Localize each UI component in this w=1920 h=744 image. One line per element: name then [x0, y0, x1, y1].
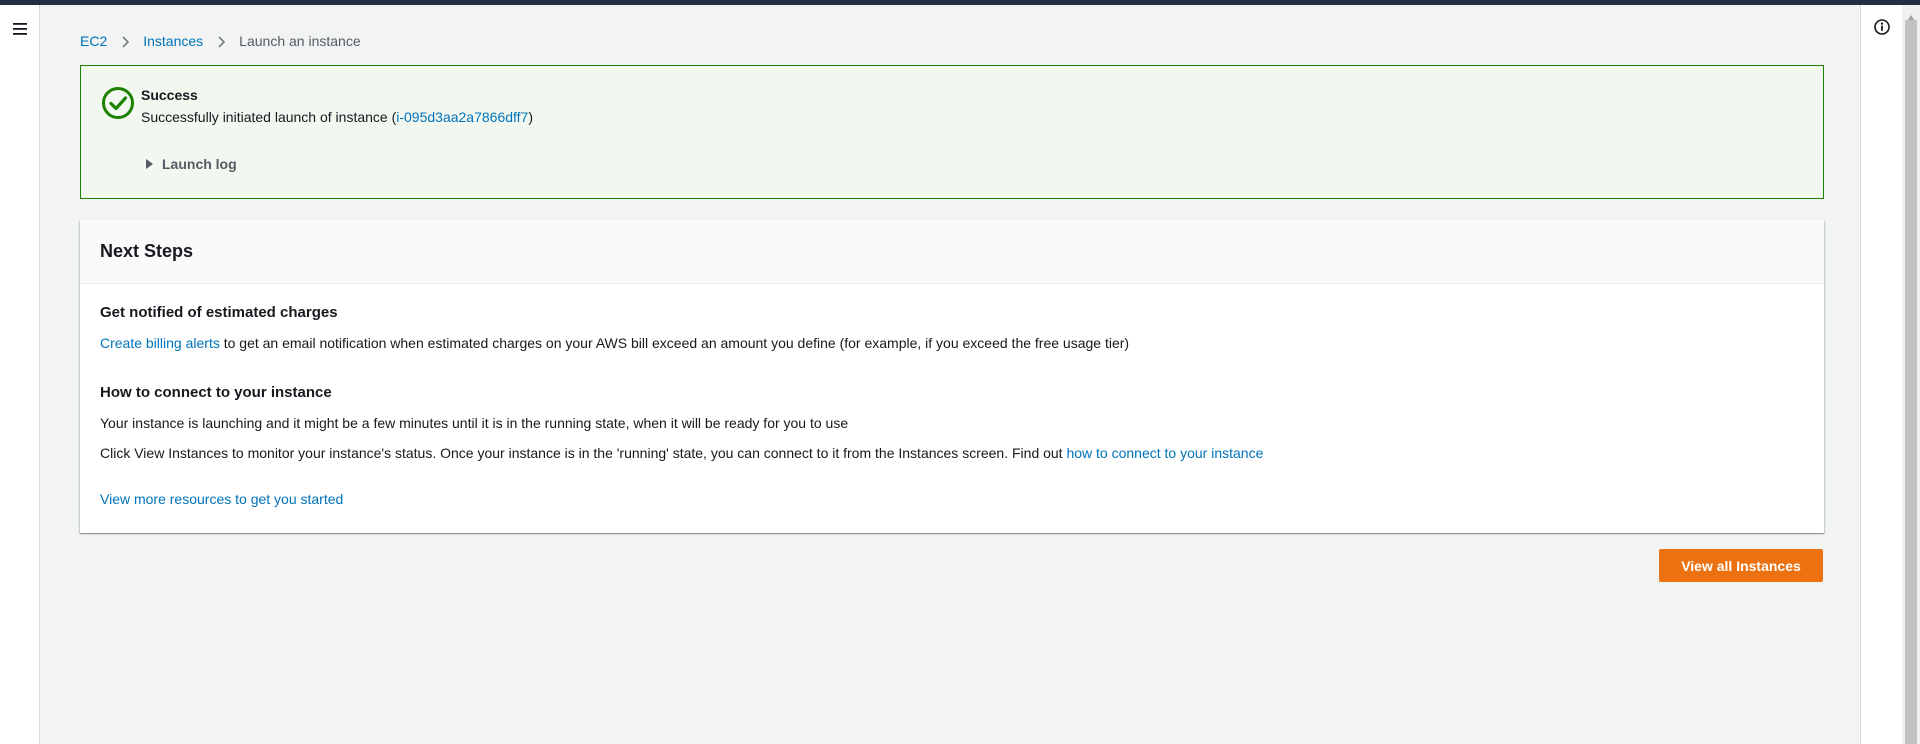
billing-description: to get an email notification when estima… [219, 335, 1130, 351]
connect-heading: How to connect to your instance [100, 384, 332, 401]
breadcrumb-current: Launch an instance [239, 33, 361, 49]
scroll-up-arrow-icon[interactable] [1906, 9, 1916, 21]
create-billing-alerts-link[interactable]: Create billing alerts [100, 335, 220, 351]
next-steps-title: Next Steps [100, 241, 194, 261]
billing-text: Create billing alerts to get an email no… [100, 335, 1129, 351]
tools-rail [1860, 5, 1902, 744]
caret-right-icon [146, 159, 153, 169]
connect-line-2: Click View Instances to monitor your ins… [100, 445, 1263, 461]
success-check-icon [101, 86, 135, 120]
flash-title: Success [141, 87, 198, 103]
chevron-right-icon [215, 35, 227, 48]
how-to-connect-link[interactable]: how to connect to your instance [1066, 445, 1263, 461]
breadcrumb-instances[interactable]: Instances [143, 33, 203, 49]
flash-message-suffix: ) [528, 109, 534, 125]
connect-line-2-text: Click View Instances to monitor your ins… [100, 445, 1067, 461]
connect-line-1: Your instance is launching and it might … [100, 415, 849, 431]
breadcrumb-ec2[interactable]: EC2 [80, 33, 107, 49]
hamburger-menu-icon[interactable] [10, 19, 30, 39]
info-icon[interactable] [1872, 17, 1892, 37]
view-all-instances-button[interactable]: View all Instances [1659, 549, 1823, 582]
scrollbar-thumb[interactable] [1905, 20, 1917, 744]
flash-message-prefix: Successfully initiated launch of instanc… [141, 109, 397, 125]
top-bar [0, 0, 1920, 5]
instance-id-link[interactable]: i-095d3aa2a7866dff7 [396, 109, 528, 125]
view-more-resources-link[interactable]: View more resources to get you started [100, 491, 343, 507]
chevron-right-icon [119, 35, 131, 48]
flash-message: Successfully initiated launch of instanc… [141, 109, 533, 125]
launch-log-label: Launch log [162, 156, 237, 172]
next-steps-panel: Next Steps Get notified of estimated cha… [80, 220, 1824, 533]
launch-log-toggle[interactable]: Launch log [146, 156, 237, 172]
navigation-rail [0, 5, 40, 744]
next-steps-header: Next Steps [80, 220, 1824, 284]
success-flash-message: Success Successfully initiated launch of… [80, 65, 1824, 199]
billing-heading: Get notified of estimated charges [100, 304, 338, 321]
breadcrumb: EC2 Instances Launch an instance [80, 31, 361, 51]
